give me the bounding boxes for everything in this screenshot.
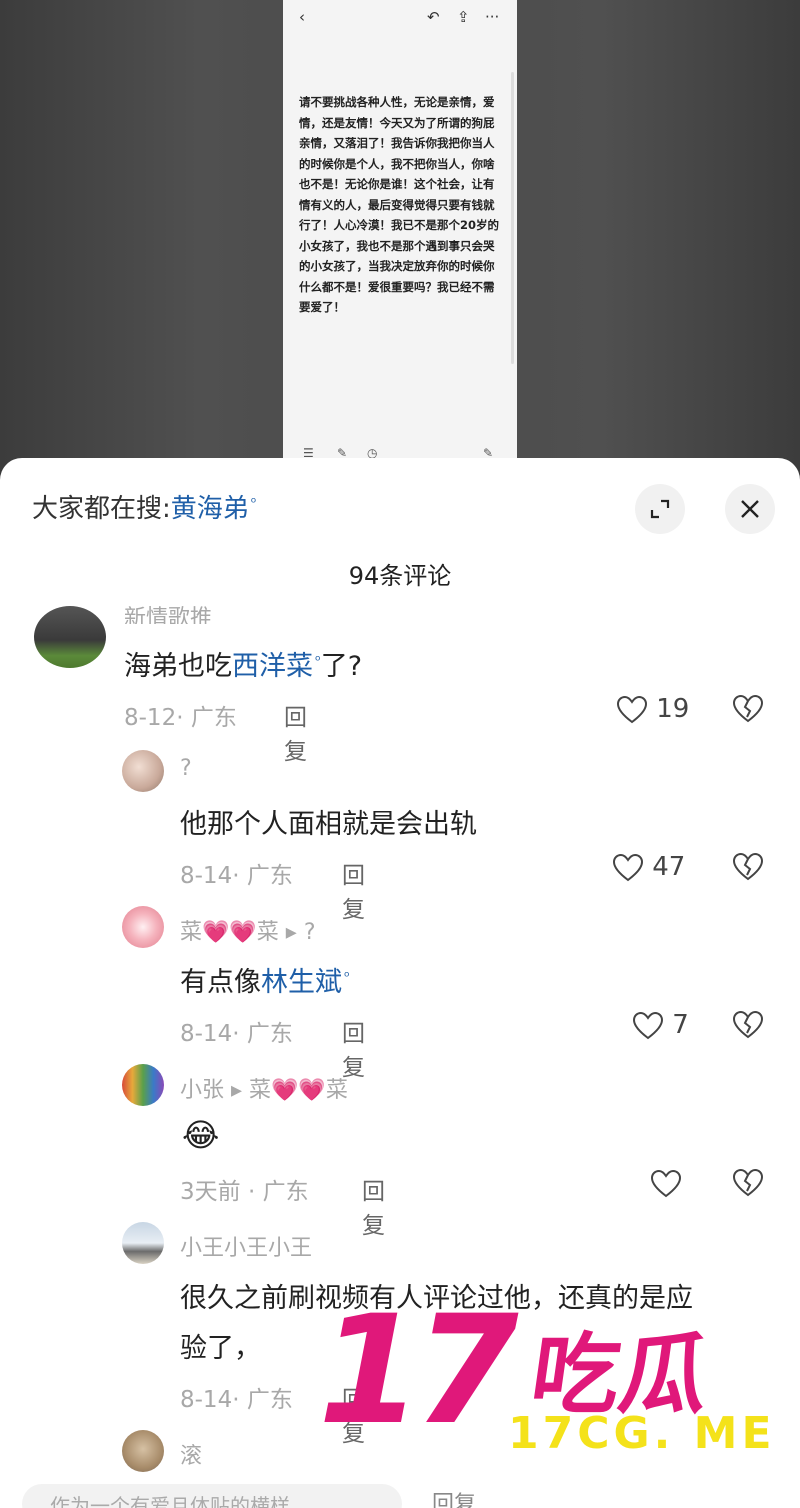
video-preview[interactable]: ‹ ↶ ⇪ ··· 请不要挑战各种人性，无论是亲情，爱情，还是友情！今天又为了所… [0,0,800,470]
heart-icon [616,695,648,723]
avatar[interactable] [122,1222,164,1264]
heart-icon [632,1011,664,1039]
comment-text: 有点像林生斌 ᵒ [180,960,350,999]
comment-meta: 3天前 · 广东 [180,1179,309,1205]
comment-text: 他那个人面相就是会出轨 [180,809,477,840]
search-icon: ᵒ [250,495,257,512]
like-button[interactable]: 7 [632,1010,689,1041]
comment-username[interactable]: 新情歌推 [124,600,212,624]
dislike-button[interactable] [732,852,764,882]
search-icon: ᵒ [344,969,350,985]
comment-text-line2: 验了， [180,1333,261,1364]
heart-icon [650,1169,682,1197]
dislike-button[interactable] [732,1168,764,1198]
undo-icon: ↶ [427,8,440,26]
comment-meta: 8-14· 广东 [180,1021,293,1047]
back-icon: ‹ [299,8,305,26]
comment-username[interactable]: 小张 ▸ 菜💗💗菜 [180,1072,348,1104]
note-topbar: ‹ ↶ ⇪ ··· [283,0,517,38]
search-prefix: 大家都在搜: [32,494,171,524]
heart-icon [612,853,644,881]
like-button[interactable]: 47 [612,852,685,883]
like-button[interactable] [650,1168,682,1199]
like-button[interactable]: 19 [616,694,689,725]
watermark-number: 17 [318,1284,519,1458]
reply-button[interactable]: 回复 [342,856,365,924]
comment-input-bar: 作为一个有爱且体贴的横样 回复 [0,1476,800,1508]
note-text: 请不要挑战各种人性，无论是亲情，爱情，还是友情！今天又为了所谓的狗屁亲情，又落泪… [299,95,500,314]
dislike-button[interactable] [732,694,764,724]
note-screenshot: ‹ ↶ ⇪ ··· 请不要挑战各种人性，无论是亲情，爱情，还是友情！今天又为了所… [283,0,517,470]
comment-text-part: 海弟也吃 [124,651,232,682]
avatar[interactable] [34,606,106,668]
expand-icon [650,499,670,519]
more-icon: ··· [485,8,500,26]
dislike-button[interactable] [732,1010,764,1040]
comment-username[interactable]: 小王小王小王 [180,1230,312,1262]
expand-button[interactable] [635,484,685,534]
comment-text: 海弟也吃西洋菜 ᵒ了? [124,644,362,683]
comment-meta: 8-12· 广东 [124,705,237,731]
like-count: 19 [656,694,690,724]
comment-username[interactable]: 滚 [180,1438,202,1470]
comment-username[interactable]: 菜💗💗菜 ▸ ? [180,914,316,946]
broken-heart-icon [732,1010,764,1039]
comment-text-part: 有点像 [180,967,261,998]
search-term[interactable]: 黄海弟 [171,494,249,524]
comment-username[interactable]: ? [180,756,192,781]
like-count: 7 [672,1010,689,1040]
avatar[interactable] [122,1064,164,1106]
broken-heart-icon [732,852,764,881]
like-count: 47 [652,852,686,882]
close-button[interactable] [725,484,775,534]
watermark-url: 17CG. ME [508,1408,776,1459]
avatar[interactable] [122,906,164,948]
note-scrollbar [511,72,514,364]
comment-search-link[interactable]: 林生斌 [261,967,342,998]
avatar[interactable] [122,1430,164,1472]
reply-button[interactable]: 回复 [362,1172,385,1240]
close-icon [741,500,759,518]
comment-meta: 8-14· 广东 [180,863,293,889]
avatar[interactable] [122,750,164,792]
share-icon: ⇪ [457,8,470,26]
site-watermark: 17 吃瓜 17CG. ME [318,1296,788,1466]
trending-search[interactable]: 大家都在搜:黄海弟 ᵒ [32,488,257,525]
comment-input[interactable]: 作为一个有爱且体贴的横样 [22,1484,402,1508]
comment-search-link[interactable]: 西洋菜 [232,651,313,682]
comment-meta: 8-14· 广东 [180,1387,293,1413]
broken-heart-icon [732,694,764,723]
comment-text-suffix: 了? [320,651,363,682]
broken-heart-icon [732,1168,764,1197]
emoji-laughing-icon: 😂 [182,1116,220,1154]
reply-button[interactable]: 回复 [284,698,307,766]
comment-count-title: 94条评论 [348,562,452,590]
reply-label[interactable]: 回复 [432,1486,476,1508]
